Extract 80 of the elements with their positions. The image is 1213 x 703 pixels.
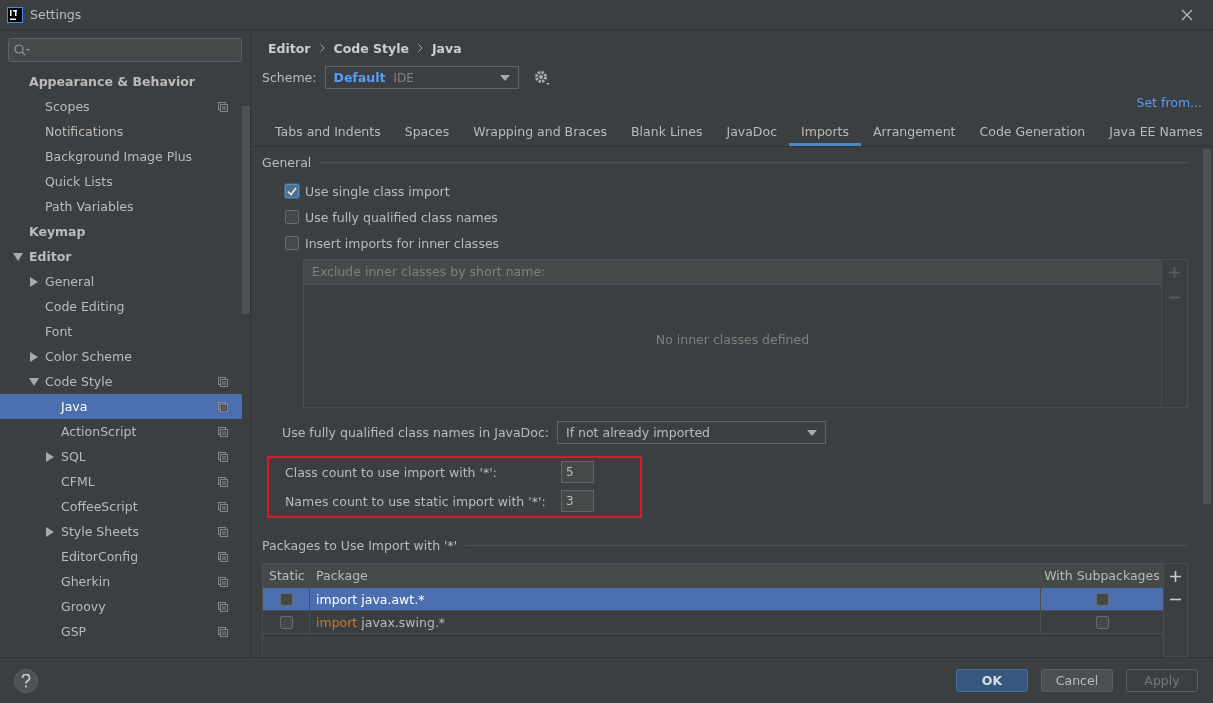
dropdown-arrow-icon [499,74,510,81]
app-logo-icon [7,6,23,23]
window-title: Settings [30,7,82,22]
checkbox-label: Insert imports for inner classes [305,235,500,251]
search-icon [14,44,32,56]
tree-item[interactable]: Appearance & Behavior [0,69,242,94]
column-header[interactable]: With Subpackages [1041,564,1163,587]
tree-item[interactable]: Keymap [0,219,242,244]
set-from-link[interactable]: Set from... [1136,95,1202,110]
tree-item[interactable]: CoffeeScript [0,494,242,519]
field-label: Class count to use import with '*': [285,464,498,480]
table-row[interactable]: import javax.swing.* [263,611,1163,634]
tree-item[interactable]: SQL [0,444,242,469]
search-field[interactable] [8,38,242,62]
checkbox-label: Use single class import [305,183,450,199]
settings-icon[interactable] [532,68,551,87]
chevron-icon [417,44,423,52]
tab[interactable]: Code Generation [967,120,1098,146]
table-row[interactable]: import java.awt.* [263,588,1163,611]
tree-item[interactable]: CFML [0,469,242,494]
list-header: Exclude inner classes by short name: [304,260,1161,285]
table-cell: import java.awt.* [310,588,1041,610]
checkbox-label: Use fully qualified class names [305,209,498,225]
tree-item[interactable]: General [0,269,242,294]
tree-item[interactable]: Java [0,394,242,419]
tab[interactable]: Imports [789,120,861,146]
tree-item[interactable]: Code Style [0,369,242,394]
section-title: General [262,155,312,170]
tree-item[interactable]: Code Editing [0,294,242,319]
breadcrumb-item[interactable]: Code Style [333,40,409,56]
checkbox[interactable] [285,210,299,224]
javadoc-label: Use fully qualified class names in JavaDoc: [282,425,549,440]
number-field[interactable]: 3 [561,490,594,512]
tab[interactable]: Tabs and Indents [263,120,393,146]
table-cell: import javax.swing.* [310,611,1041,633]
checkbox[interactable] [1095,615,1109,629]
column-header[interactable]: Static [263,564,310,587]
tab[interactable]: Spaces [392,120,462,146]
checkbox[interactable] [279,592,293,606]
tab[interactable]: Java EE Names [1097,120,1213,146]
tab[interactable]: Wrapping and Braces [461,120,620,146]
help-button[interactable] [14,668,38,693]
dialog-button[interactable]: OK [956,669,1028,692]
empty-message: No inner classes defined [655,331,810,347]
dialog-button[interactable]: Cancel [1041,669,1113,692]
number-field[interactable]: 5 [561,461,594,483]
scrollbar[interactable] [242,106,250,314]
checkbox[interactable] [1095,592,1109,606]
tree-item[interactable]: Style Sheets [0,519,242,544]
field-label: Names count to use static import with '*': [285,493,547,509]
tree-item[interactable]: Path Variables [0,194,242,219]
tree-item[interactable]: Background Image Plus [0,144,242,169]
tree-item[interactable]: Editor [0,244,242,269]
close-icon[interactable] [1181,8,1193,21]
tree-item[interactable]: EditorConfig [0,544,242,569]
section-title: Packages to Use Import with '*' [262,538,458,553]
scheme-label: Scheme: [262,70,317,85]
checkbox[interactable] [279,615,293,629]
tab[interactable]: Arrangement [861,120,968,146]
scheme-dropdown[interactable]: Default IDE [324,66,519,89]
tree-item[interactable]: Scopes [0,94,242,119]
chevron-icon [319,44,325,52]
question-mark-icon [21,673,31,688]
tree-item[interactable]: Font [0,319,242,344]
tree-item[interactable]: Quick Lists [0,169,242,194]
tree-item[interactable]: Gherkin [0,569,242,594]
tree-item[interactable]: GSP [0,619,242,644]
tab[interactable]: Blank Lines [619,120,715,146]
checkbox[interactable] [285,184,299,198]
tree-item[interactable]: Groovy [0,594,242,619]
tree-item[interactable]: Notifications [0,119,242,144]
breadcrumb-item[interactable]: Editor [268,40,311,56]
column-header[interactable]: Package [310,564,1041,587]
tree-item[interactable]: ActionScript [0,419,242,444]
javadoc-dropdown[interactable]: If not already imported [556,421,826,444]
breadcrumb-item[interactable]: Java [431,40,462,56]
tab[interactable]: JavaDoc [714,120,789,146]
tree-item[interactable]: Color Scheme [0,344,242,369]
dropdown-arrow-icon [806,429,817,436]
checkbox[interactable] [285,236,299,250]
